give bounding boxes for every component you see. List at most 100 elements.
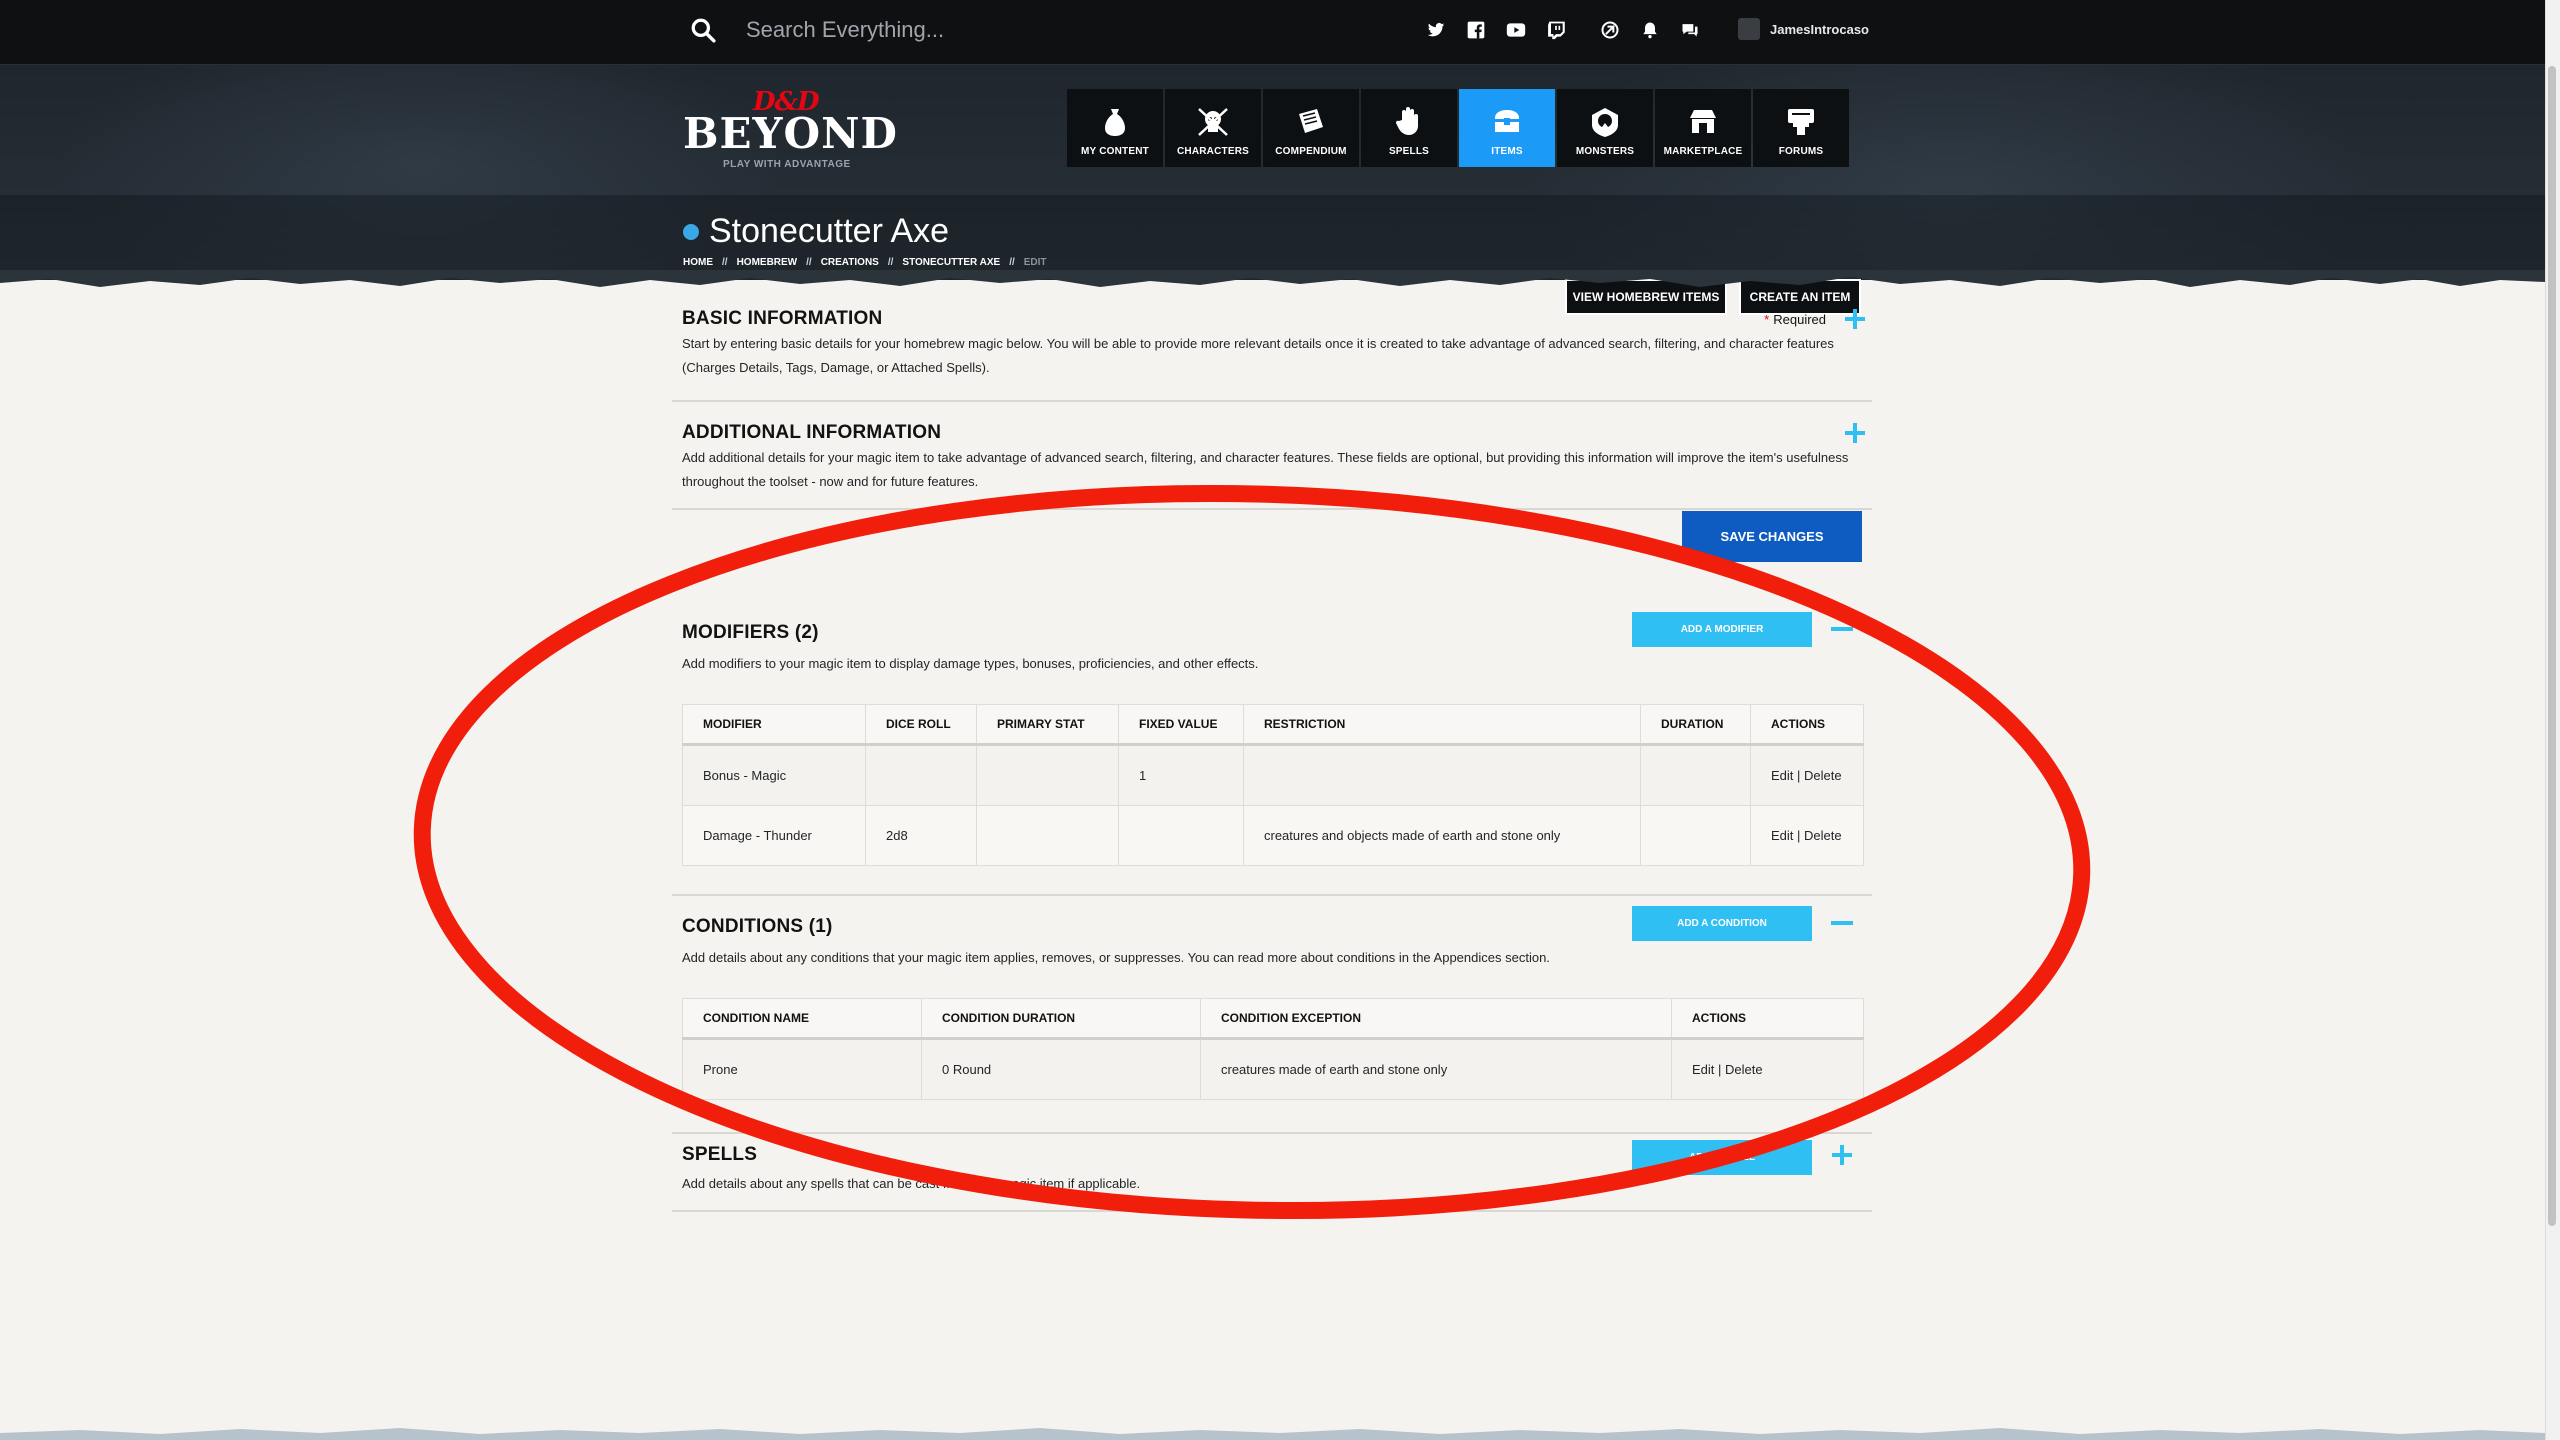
modifiers-table: MODIFIER DICE ROLL PRIMARY STAT FIXED VA…: [682, 704, 1864, 866]
youtube-icon[interactable]: [1506, 20, 1526, 40]
section-description: Add additional details for your magic it…: [682, 450, 1849, 489]
add-spell-button[interactable]: ADD A SPELL: [1632, 1140, 1812, 1175]
twitter-icon[interactable]: [1426, 20, 1446, 40]
dice-icon[interactable]: [1600, 20, 1620, 40]
collapse-minus-icon[interactable]: [1831, 912, 1853, 934]
edit-link[interactable]: Edit: [1771, 768, 1793, 783]
expand-plus-icon[interactable]: [1844, 308, 1866, 330]
table-header-row: MODIFIER DICE ROLL PRIMARY STAT FIXED VA…: [682, 704, 1864, 746]
bell-icon[interactable]: [1640, 20, 1660, 40]
nav-label: MARKETPLACE: [1663, 146, 1743, 157]
search-icon[interactable]: [690, 17, 716, 43]
main-content: BASIC INFORMATION * Required Start by ent…: [672, 300, 1872, 1212]
table-cell: [865, 744, 977, 806]
add-condition-button[interactable]: ADD A CONDITION: [1632, 906, 1812, 941]
divider: [672, 894, 1872, 896]
table-header-row: CONDITION NAME CONDITION DURATION CONDIT…: [682, 998, 1864, 1040]
column-header: FIXED VALUE: [1118, 704, 1244, 746]
save-changes-button[interactable]: SAVE CHANGES: [1682, 511, 1862, 562]
required-star: *: [1764, 312, 1770, 327]
nav-spells[interactable]: SPELLS: [1361, 89, 1457, 167]
table-cell: [1640, 805, 1751, 866]
edit-link[interactable]: Edit: [1692, 1062, 1714, 1077]
monsters-icon: [1592, 108, 1618, 137]
nav-forums[interactable]: FORUMS: [1753, 89, 1849, 167]
nav-label: MY CONTENT: [1081, 146, 1149, 157]
page-title: Stonecutter Axe: [709, 212, 950, 250]
nav-label: SPELLS: [1388, 146, 1430, 157]
delete-link[interactable]: Delete: [1725, 1062, 1763, 1077]
column-header: CONDITION DURATION: [921, 998, 1201, 1040]
facebook-icon[interactable]: [1466, 20, 1486, 40]
additional-information-section: ADDITIONAL INFORMATION Add additional de…: [682, 402, 1865, 508]
marketplace-icon: [1690, 110, 1716, 133]
forums-icon: [1788, 109, 1814, 135]
main-nav: MY CONTENT CHARACTERS COMPENDIUM SPELLS …: [1067, 89, 1849, 167]
column-header: ACTIONS: [1671, 998, 1864, 1040]
expand-plus-icon[interactable]: [1831, 1144, 1853, 1166]
nav-characters[interactable]: CHARACTERS: [1165, 89, 1261, 167]
table-cell: 1: [1118, 744, 1244, 806]
table-row: Damage - Thunder 2d8 creatures and objec…: [682, 805, 1864, 866]
table-cell: Damage - Thunder: [682, 805, 866, 866]
site-header: D&D BEYOND PLAY WITH ADVANTAGE MY CONTEN…: [0, 65, 2545, 315]
header-band: [0, 195, 2545, 280]
conditions-table: CONDITION NAME CONDITION DURATION CONDIT…: [682, 998, 1864, 1100]
table-cell: Prone: [682, 1038, 922, 1100]
avatar[interactable]: [1738, 18, 1760, 40]
nav-label: COMPENDIUM: [1275, 146, 1347, 157]
nav-items[interactable]: ITEMS: [1459, 89, 1555, 167]
logo-wordmark: BEYOND: [683, 109, 898, 158]
search-bar: [690, 16, 1168, 44]
scrollbar-thumb[interactable]: [2548, 66, 2556, 1226]
column-header: MODIFIER: [682, 704, 866, 746]
table-cell: creatures made of earth and stone only: [1200, 1038, 1672, 1100]
table-cell: [1243, 744, 1641, 806]
basic-information-section: BASIC INFORMATION * Required Start by ent…: [682, 300, 1865, 400]
twitch-icon[interactable]: [1546, 20, 1566, 40]
conditions-section: CONDITIONS (1) Add details about any con…: [682, 916, 1864, 1100]
actions-cell: Edit | Delete: [1671, 1038, 1864, 1100]
section-title: BASIC INFORMATION: [682, 308, 883, 329]
site-logo[interactable]: D&D BEYOND PLAY WITH ADVANTAGE: [683, 87, 897, 170]
breadcrumb-homebrew[interactable]: HOMEBREW: [737, 257, 798, 268]
column-header: CONDITION NAME: [682, 998, 922, 1040]
breadcrumb-home[interactable]: HOME: [683, 257, 713, 268]
characters-icon: [1198, 108, 1228, 136]
breadcrumb-separator: //: [887, 257, 894, 268]
delete-link[interactable]: Delete: [1804, 768, 1842, 783]
divider: [672, 508, 1872, 510]
my-content-icon: [1105, 109, 1125, 136]
section-description: Start by entering basic details for your…: [682, 336, 1834, 375]
breadcrumb-separator: //: [806, 257, 812, 268]
collapse-minus-icon[interactable]: [1831, 618, 1853, 640]
action-separator: |: [1797, 828, 1801, 843]
breadcrumb-creations[interactable]: CREATIONS: [821, 257, 879, 268]
expand-plus-icon[interactable]: [1844, 422, 1866, 444]
actions-cell: Edit | Delete: [1750, 744, 1864, 806]
nav-label: MONSTERS: [1575, 146, 1635, 157]
column-header: DURATION: [1640, 704, 1751, 746]
nav-monsters[interactable]: MONSTERS: [1557, 89, 1653, 167]
nav-compendium[interactable]: COMPENDIUM: [1263, 89, 1359, 167]
required-note: * Required: [1764, 312, 1826, 327]
table-cell: [976, 805, 1119, 866]
user-menu[interactable]: JamesIntrocaso: [1738, 18, 1869, 40]
actions-cell: Edit | Delete: [1750, 805, 1864, 866]
nav-marketplace[interactable]: MARKETPLACE: [1655, 89, 1751, 167]
add-modifier-button[interactable]: ADD A MODIFIER: [1632, 612, 1812, 647]
breadcrumb-item[interactable]: STONECUTTER AXE: [902, 257, 1000, 268]
username[interactable]: JamesIntrocaso: [1770, 22, 1869, 37]
utility-icons: [1600, 20, 1700, 40]
chat-icon[interactable]: [1680, 20, 1700, 40]
nav-label: CHARACTERS: [1177, 146, 1249, 157]
nav-my-content[interactable]: MY CONTENT: [1067, 89, 1163, 167]
table-row: Prone 0 Round creatures made of earth an…: [682, 1038, 1864, 1100]
divider: [672, 1132, 1872, 1134]
edit-link[interactable]: Edit: [1771, 828, 1793, 843]
search-input[interactable]: [744, 16, 1168, 44]
table-cell: [1118, 805, 1244, 866]
breadcrumb-separator: //: [722, 257, 728, 268]
delete-link[interactable]: Delete: [1804, 828, 1842, 843]
table-cell: creatures and objects made of earth and …: [1243, 805, 1641, 866]
